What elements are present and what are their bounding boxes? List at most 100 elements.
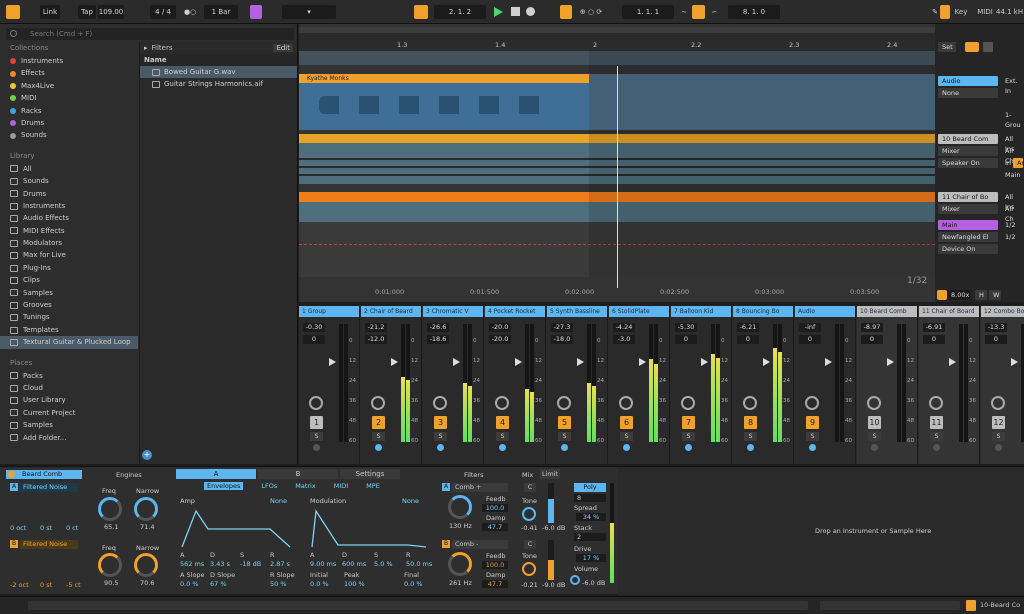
send-knob[interactable] <box>867 396 881 410</box>
arrangement-view[interactable]: 1.3 1.4 2 2.2 2.3 2.4 Kyathe Monks 0:01:000 0:… <box>299 24 935 302</box>
damp-b-value[interactable]: 47.7 <box>482 580 508 588</box>
c-button-b[interactable]: C <box>524 540 536 549</box>
filter-b-type[interactable]: Comb - <box>452 540 508 549</box>
track-activator[interactable]: 11 <box>930 416 943 429</box>
library-item[interactable]: Instruments <box>0 200 138 212</box>
track-volume[interactable]: -26.6 <box>427 323 449 332</box>
library-item[interactable]: Max for Live <box>0 249 138 261</box>
track-activator[interactable]: 1 <box>310 416 323 429</box>
loop-start-field[interactable]: 1. 1. 1 <box>622 5 674 19</box>
track-title[interactable]: 5 Synth Bassline <box>547 306 607 317</box>
damp-a-value[interactable]: 47.7 <box>482 523 508 531</box>
track-volume[interactable]: -20.0 <box>489 323 511 332</box>
library-item[interactable]: Templates <box>0 324 138 336</box>
track-volume[interactable]: -6.91 <box>923 323 945 332</box>
freq-a-value[interactable]: 65.1 <box>104 523 118 531</box>
play-icon[interactable] <box>494 7 503 17</box>
fader-handle[interactable] <box>1011 358 1018 366</box>
track-activator[interactable]: 6 <box>620 416 633 429</box>
track-audio-header[interactable]: Audio <box>938 76 998 86</box>
fader-handle[interactable] <box>453 358 460 366</box>
track-volume[interactable]: -0.30 <box>303 323 325 332</box>
track-volume[interactable]: -27.3 <box>551 323 573 332</box>
amp-target-select[interactable]: None <box>270 497 287 505</box>
key-map-icon[interactable] <box>940 5 950 19</box>
track-activator[interactable]: 5 <box>558 416 571 429</box>
tab-settings[interactable]: Settings <box>340 469 400 479</box>
h-button[interactable]: H <box>975 290 987 300</box>
amp-slope-value[interactable]: 50 % <box>270 580 287 588</box>
all-ch-select-1[interactable]: All Ch <box>1001 146 1023 165</box>
track-title[interactable]: 3 Chromatic V <box>423 306 483 317</box>
arm-icon[interactable] <box>809 444 816 451</box>
mod-param-value[interactable]: 50.0 ms <box>406 560 432 568</box>
loop-icon[interactable] <box>692 5 705 19</box>
solo-button[interactable]: S <box>434 432 447 441</box>
fader-handle[interactable] <box>329 358 336 366</box>
device-chain-icon[interactable] <box>966 600 976 611</box>
session-record-icon[interactable]: ⊕ ○ ⟳ <box>576 5 606 19</box>
punch-out-icon[interactable]: ∽ <box>708 5 720 19</box>
arm-icon[interactable] <box>499 444 506 451</box>
solo-button[interactable]: S <box>372 432 385 441</box>
mixer-select-2[interactable]: Mixer <box>938 204 998 214</box>
c-button-a[interactable]: C <box>524 483 536 492</box>
track-activator[interactable]: 2 <box>372 416 385 429</box>
collection-item[interactable]: Racks <box>0 105 138 117</box>
filter-b-freq-knob[interactable] <box>448 552 472 576</box>
track-chair-header[interactable]: 11 Chair of Bo <box>938 192 998 202</box>
track-title[interactable]: 6 StolidPlate <box>609 306 669 317</box>
feedb-a-value[interactable]: 100.0 <box>482 504 508 512</box>
library-item[interactable]: Tunings <box>0 311 138 323</box>
places-item[interactable]: Cloud <box>0 382 138 394</box>
track-title[interactable]: 12 Combo Bo <box>981 306 1024 317</box>
stack-select[interactable]: 2 <box>574 533 606 541</box>
browser-toggle-icon[interactable] <box>6 5 20 19</box>
track-title[interactable]: 1 Group <box>299 306 359 317</box>
narrow-b-knob[interactable] <box>134 553 158 577</box>
filters-toggle-icon[interactable]: ▸ <box>144 44 148 52</box>
arrangement-record-icon[interactable] <box>414 5 428 19</box>
collection-item[interactable]: Effects <box>0 67 138 79</box>
track-activator[interactable]: 4 <box>496 416 509 429</box>
track-pan[interactable]: 0 <box>985 335 1007 344</box>
arm-icon[interactable] <box>871 444 878 451</box>
solo-button[interactable]: S <box>806 432 819 441</box>
send-knob[interactable] <box>805 396 819 410</box>
mod-extra-value[interactable]: 100 % <box>344 580 365 588</box>
set-button[interactable]: Set <box>938 42 956 52</box>
send-knob[interactable] <box>619 396 633 410</box>
name-column-header[interactable]: Name <box>140 54 297 66</box>
track-activator[interactable]: 12 <box>992 416 1005 429</box>
monitor-in-button[interactable]: In <box>1001 158 1011 168</box>
narrow-a-knob[interactable] <box>134 497 158 521</box>
osc-b-ct[interactable]: -5 ct <box>66 581 81 589</box>
send-knob[interactable] <box>309 396 323 410</box>
follow-icon[interactable] <box>250 5 262 19</box>
amp-param-value[interactable]: 562 ms <box>180 560 204 568</box>
send-knob[interactable] <box>433 396 447 410</box>
add-icon[interactable]: + <box>142 450 152 460</box>
collection-item[interactable]: Drums <box>0 117 138 129</box>
stop-icon[interactable] <box>511 7 520 16</box>
arm-icon[interactable] <box>623 444 630 451</box>
link-button[interactable]: Link <box>40 5 60 19</box>
drive-value[interactable]: 17 % <box>576 554 606 562</box>
track-activator[interactable]: 7 <box>682 416 695 429</box>
lock-icon[interactable] <box>983 42 993 52</box>
track-pan[interactable]: -3.0 <box>613 335 635 344</box>
track-volume[interactable]: -5.30 <box>675 323 697 332</box>
search-input[interactable]: Search (Cmd + F) <box>6 28 294 40</box>
all-ins-select-2[interactable]: All Ins <box>1001 192 1023 211</box>
send-knob[interactable] <box>557 396 571 410</box>
track-pan[interactable]: -18.0 <box>551 335 573 344</box>
midi-map-button[interactable]: MIDI <box>976 5 994 19</box>
track-pan[interactable]: -18.6 <box>427 335 449 344</box>
arm-icon[interactable] <box>933 444 940 451</box>
quantization-select[interactable]: 1 Bar <box>204 5 238 19</box>
edit-button[interactable]: Edit <box>273 44 293 52</box>
track-pan[interactable]: 0 <box>861 335 883 344</box>
overdub-icon[interactable] <box>560 5 572 19</box>
collection-item[interactable]: Max4Live <box>0 80 138 92</box>
mod-target-select[interactable]: None <box>402 497 419 505</box>
